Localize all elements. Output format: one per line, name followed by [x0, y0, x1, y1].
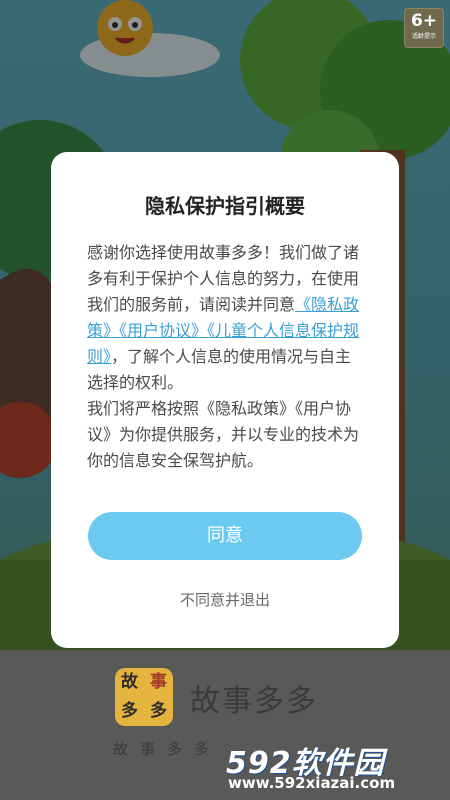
app-slogan: 故事多多 — [113, 740, 222, 758]
agree-button[interactable]: 同意 — [88, 512, 362, 560]
age-rating-caption: 适龄提示 — [411, 33, 436, 40]
user-agreement-link[interactable]: 《用户协议》 — [119, 321, 207, 340]
logo-char: 故 — [121, 672, 138, 692]
logo-char: 多 — [121, 701, 138, 721]
watermark-url: www.592xiazai.com — [228, 774, 396, 792]
dialog-title: 隐私保护指引概要 — [145, 194, 305, 218]
age-rating: 6+ — [410, 11, 438, 31]
dialog-body: 感谢你选择使用故事多多！我们做了诸多有利于保护个人信息的努力，在使用我们的服务前… — [87, 240, 365, 474]
logo-char: 多 — [150, 701, 167, 721]
site-watermark: 592软件园 www.592xiazai.com — [222, 734, 444, 792]
decline-exit-button[interactable]: 不同意并退出 — [51, 589, 399, 610]
dialog-paragraph-2: 我们将严格按照《隐私政策》《用户协议》为你提供服务，并以专业的技术为你的信息安全… — [87, 399, 360, 470]
after-links-text: ，了解个人信息的使用情况与自主选择的权利。 — [87, 347, 352, 392]
age-rating-badge: 6+ 适龄提示 — [404, 8, 444, 48]
app-title: 故事多多 — [190, 684, 318, 719]
logo-char: 事 — [150, 672, 167, 692]
app-logo: 故 事 多 多 — [115, 668, 173, 726]
privacy-dialog: 隐私保护指引概要 感谢你选择使用故事多多！我们做了诸多有利于保护个人信息的努力，… — [51, 152, 399, 648]
dialog-paragraph-1: 感谢你选择使用故事多多！我们做了诸多有利于保护个人信息的努力，在使用我们的服务前… — [87, 240, 365, 396]
